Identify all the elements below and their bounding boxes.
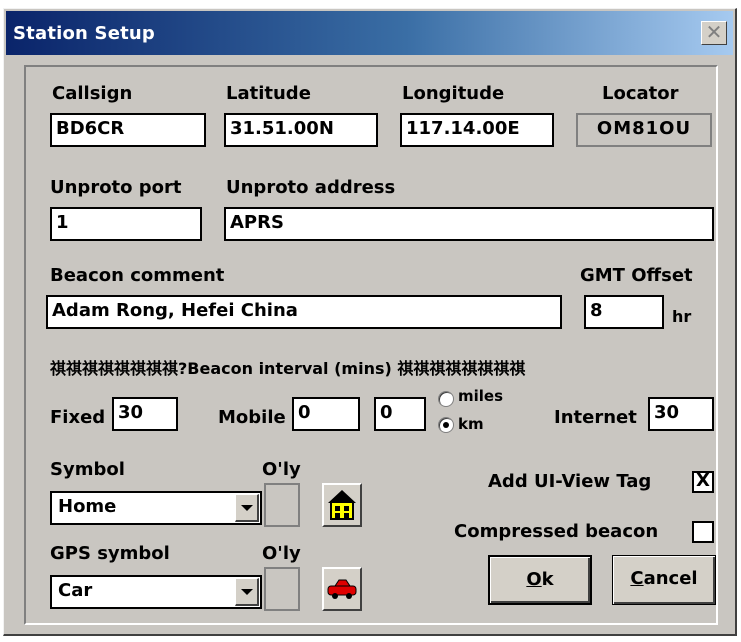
gps-symbol-oly-label: O'ly: [262, 543, 301, 564]
callsign-label: Callsign: [52, 83, 133, 104]
mobile-interval-field[interactable]: 0: [292, 397, 360, 431]
internet-label: Internet: [554, 407, 637, 428]
station-setup-dialog: Station Setup ✕ Callsign BD6CR Latitude …: [3, 8, 737, 636]
callsign-field[interactable]: BD6CR: [50, 113, 206, 147]
ok-mnemonic: O: [526, 569, 542, 590]
title-bar: Station Setup ✕: [6, 11, 733, 55]
beacon-comment-label: Beacon comment: [50, 265, 225, 286]
unproto-port-field[interactable]: 1: [50, 207, 202, 241]
fixed-interval-field[interactable]: 30: [112, 397, 178, 431]
gps-symbol-select[interactable]: Car: [50, 575, 262, 609]
miles-radio[interactable]: [438, 391, 454, 407]
close-button[interactable]: ✕: [701, 21, 727, 45]
gmt-offset-field[interactable]: 8: [584, 295, 664, 329]
ok-label-rest: k: [541, 569, 554, 590]
beacon-interval-header: 祺祺祺祺祺祺祺祺?Beacon interval (mins) 祺祺祺祺祺祺祺祺: [50, 359, 526, 378]
gps-symbol-overlay-field[interactable]: [264, 567, 300, 611]
km-radio[interactable]: [438, 417, 454, 433]
symbol-overlay-field[interactable]: [264, 483, 300, 527]
gmt-offset-label: GMT Offset: [580, 265, 693, 286]
symbol-select[interactable]: Home: [50, 491, 262, 525]
unproto-port-label: Unproto port: [50, 177, 182, 198]
latitude-label: Latitude: [226, 83, 311, 104]
chevron-down-icon[interactable]: [235, 494, 259, 522]
car-icon: [327, 579, 357, 599]
miles-label: miles: [458, 387, 504, 405]
latitude-field[interactable]: 31.51.00N: [224, 113, 378, 147]
gmt-unit-label: hr: [672, 307, 692, 326]
ok-button[interactable]: Ok: [488, 555, 592, 605]
gps-symbol-select-value: Car: [58, 580, 93, 601]
settings-panel: Callsign BD6CR Latitude 31.51.00N Longit…: [24, 65, 718, 625]
chevron-down-icon[interactable]: [235, 578, 259, 606]
symbol-icon-button[interactable]: [322, 483, 362, 527]
close-icon: ✕: [705, 20, 723, 44]
symbol-label: Symbol: [50, 459, 125, 480]
mobile-label: Mobile: [218, 407, 286, 428]
unproto-address-label: Unproto address: [226, 177, 396, 198]
unproto-address-field[interactable]: APRS: [224, 207, 714, 241]
add-ui-view-tag-label: Add UI-View Tag: [488, 471, 652, 492]
longitude-field[interactable]: 117.14.00E: [400, 113, 554, 147]
cancel-label-rest: ancel: [643, 568, 698, 589]
compressed-beacon-label: Compressed beacon: [454, 521, 659, 542]
cancel-button[interactable]: Cancel: [612, 555, 716, 605]
add-ui-view-tag-checkbox[interactable]: X: [692, 471, 714, 493]
gps-symbol-icon-button[interactable]: [322, 567, 362, 611]
fixed-label: Fixed: [50, 407, 106, 428]
beacon-comment-field[interactable]: Adam Rong, Hefei China: [46, 295, 562, 329]
longitude-label: Longitude: [402, 83, 505, 104]
cancel-mnemonic: C: [630, 568, 644, 589]
internet-interval-field[interactable]: 30: [648, 397, 714, 431]
checkbox-check-icon: X: [696, 470, 710, 491]
locator-label: Locator: [602, 83, 679, 104]
compressed-beacon-checkbox[interactable]: [692, 521, 714, 543]
locator-field: OM81OU: [576, 113, 712, 147]
symbol-select-value: Home: [58, 496, 117, 517]
gps-symbol-label: GPS symbol: [50, 543, 170, 564]
house-icon: [328, 490, 356, 520]
km-label: km: [458, 415, 484, 433]
symbol-oly-label: O'ly: [262, 459, 301, 480]
mobile-distance-field[interactable]: 0: [374, 397, 426, 431]
window-title: Station Setup: [13, 23, 156, 44]
